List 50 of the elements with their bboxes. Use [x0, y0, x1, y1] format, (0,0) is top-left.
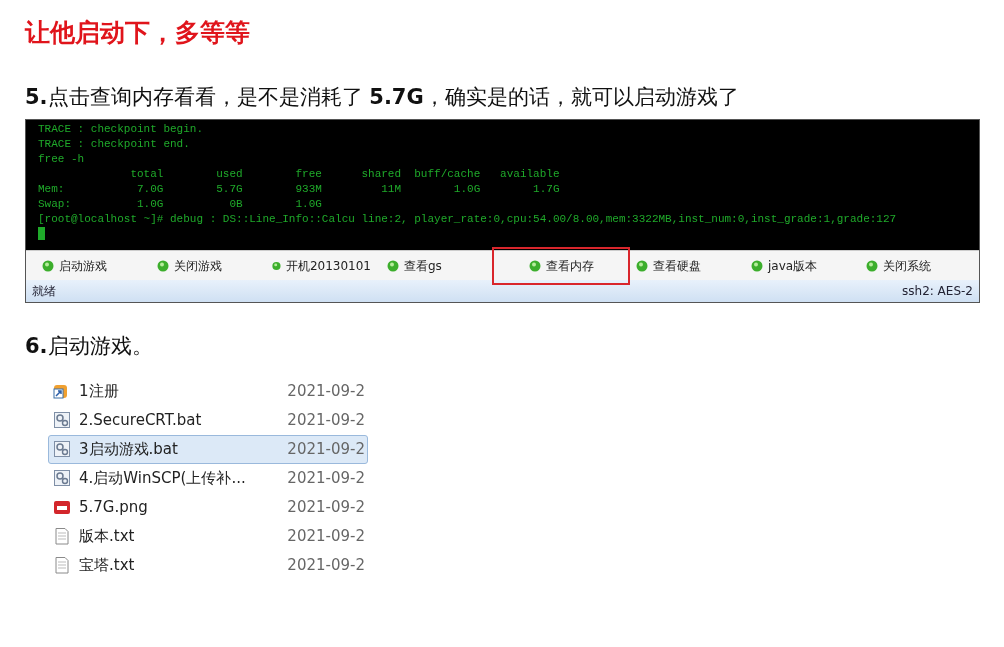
text-cursor: [38, 227, 45, 240]
command-button[interactable]: 查看gs: [379, 254, 494, 277]
file-name: 宝塔.txt: [79, 554, 135, 576]
file-row[interactable]: 版本.txt 2021-09-2: [48, 521, 368, 551]
status-text: 就绪: [32, 283, 56, 300]
file-name: 版本.txt: [79, 525, 135, 547]
file-row[interactable]: 宝塔.txt 2021-09-2: [48, 550, 368, 580]
status-dot-icon: [751, 259, 763, 272]
page-heading: 让他启动下，多等等: [25, 17, 251, 49]
text-file-icon: [53, 527, 71, 545]
command-button[interactable]: 开机20130101: [264, 254, 379, 277]
file-name: 1注册: [79, 380, 119, 402]
connection-info: ssh2: AES-2: [902, 283, 973, 300]
status-dot-icon: [528, 259, 541, 272]
file-date: 2021-09-2: [287, 496, 365, 518]
status-dot-icon: [42, 259, 54, 272]
command-button[interactable]: 启动游戏: [34, 254, 149, 277]
file-name: 2.SecureCRT.bat: [79, 409, 202, 431]
file-date: 2021-09-2: [287, 438, 365, 460]
file-name: 4.启动WinSCP(上传补...: [79, 467, 246, 489]
file-row[interactable]: 4.启动WinSCP(上传补... 2021-09-2: [48, 463, 368, 493]
status-dot-icon: [636, 259, 648, 272]
status-dot-icon: [157, 259, 169, 272]
file-row[interactable]: 2.SecureCRT.bat 2021-09-2: [48, 405, 368, 435]
file-row[interactable]: 3启动游戏.bat 2021-09-2: [48, 434, 368, 464]
file-date: 2021-09-2: [287, 554, 365, 576]
gear-file-icon: [53, 469, 71, 487]
file-date: 2021-09-2: [287, 409, 365, 431]
terminal-output: TRACE : checkpoint begin. TRACE : checkpoint end. free -h total used free shared buff/cache available Mem: 7.0G 5.7G 933M 11M 1.0G 1.7G Swap: 1.0G 0B 1.0G [root@localhost ~]# debug : DS::Line_Info::Calcu line:2, player_rate:0,cpu:54.00/8.00,mem:3322MB,inst_num:0,inst_grade:1,grade:127: [26, 120, 979, 250]
file-date: 2021-09-2: [287, 380, 365, 402]
file-row[interactable]: 1注册 2021-09-2: [48, 376, 368, 406]
command-button[interactable]: 查看硬盘: [628, 254, 743, 277]
command-button[interactable]: 关闭系统: [858, 254, 973, 277]
step-heading: 5.点击查询内存看看，是不是消耗了 5.7G，确实是的话，就可以启动游戏了: [25, 83, 740, 111]
file-date: 2021-09-2: [287, 525, 365, 547]
command-button[interactable]: 查看内存: [494, 248, 628, 283]
command-button[interactable]: java版本: [743, 254, 858, 277]
command-button[interactable]: 关闭游戏: [149, 254, 264, 277]
step-heading: 6.启动游戏。: [25, 333, 154, 360]
file-name: 3启动游戏.bat: [79, 438, 178, 460]
file-name: 5.7G.png: [79, 496, 148, 518]
file-row[interactable]: 5.7G.png 2021-09-2: [48, 492, 368, 522]
text-file-icon: [53, 556, 71, 574]
gear-file-icon: [53, 440, 71, 458]
status-dot-icon: [272, 259, 281, 272]
status-dot-icon: [866, 259, 878, 272]
status-dot-icon: [387, 259, 399, 272]
gear-file-icon: [53, 411, 71, 429]
file-date: 2021-09-2: [287, 467, 365, 489]
image-file-icon: [53, 498, 71, 516]
